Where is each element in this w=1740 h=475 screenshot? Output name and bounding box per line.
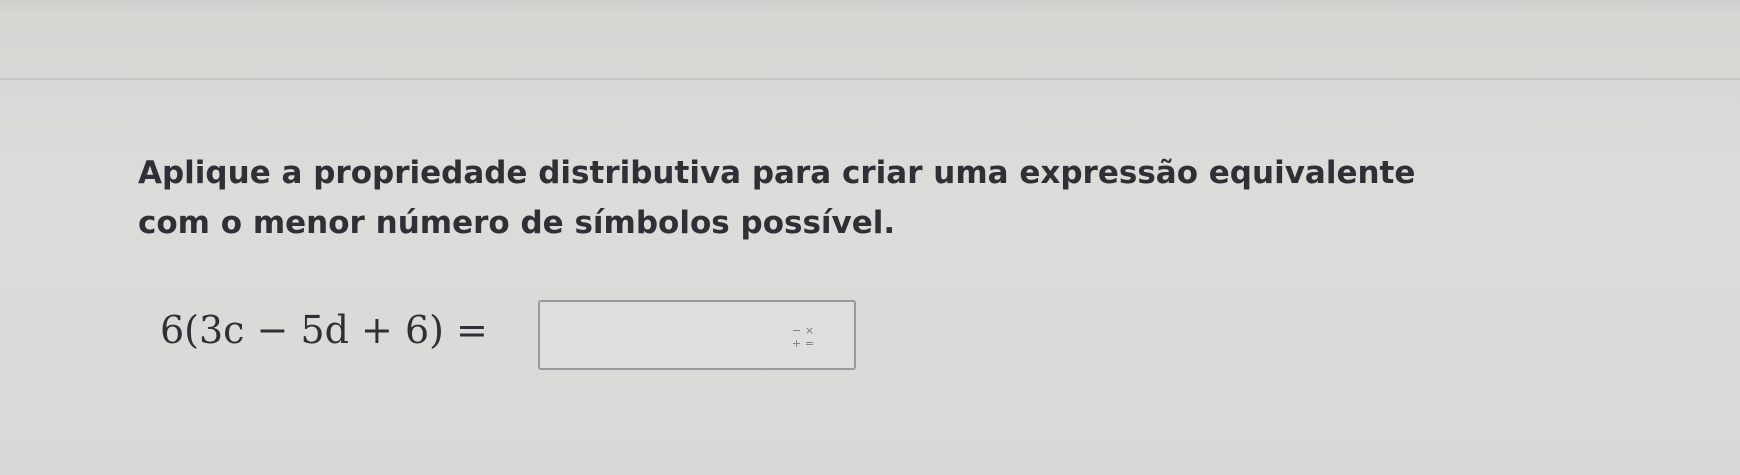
question-line-1: Aplique a propriedade distributiva para … (138, 155, 1416, 191)
keypad-equals-glyph: = (804, 337, 815, 350)
keypad-plus-glyph: + (791, 337, 802, 350)
top-divider (0, 78, 1740, 80)
keypad-times-glyph: × (804, 324, 815, 337)
math-keypad-icon[interactable]: − × + = (790, 324, 816, 350)
question-line-2: com o menor número de símbolos possível. (138, 205, 896, 241)
top-strip (0, 0, 1740, 16)
keypad-minus-glyph: − (791, 324, 802, 337)
question-text: Aplique a propriedade distributiva para … (138, 148, 1638, 248)
math-expression: 6(3c − 5d + 6) = (160, 308, 488, 352)
